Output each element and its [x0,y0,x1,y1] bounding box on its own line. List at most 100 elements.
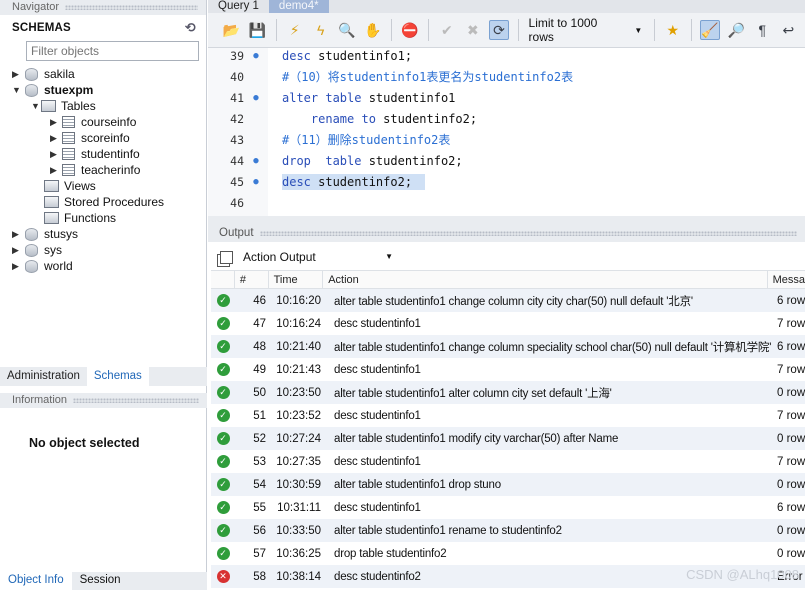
save-icon[interactable]: 💾 [248,20,267,40]
tab-session[interactable]: Session [72,572,129,590]
database-icon [25,83,38,97]
tree-stored-procedures[interactable]: Stored Procedures [44,194,164,210]
row-action: desc studentinfo1 [334,501,421,514]
tab-query-1[interactable]: Query 1 [208,0,269,13]
table-row[interactable]: ✓ 51 10:23:52 desc studentinfo1 7 row( [211,404,805,427]
column-header[interactable]: Time [269,271,324,288]
beautify-icon[interactable]: 🧹 [700,20,720,40]
code-comment: #（10）将studentinfo1表更名为studentinfo2表 [282,70,574,84]
code-line: 44 ● drop table studentinfo2; [208,150,805,171]
explain-icon[interactable]: 🔍 [337,20,356,40]
expand-arrow-icon[interactable]: ▶ [50,165,60,176]
filter-objects-input[interactable] [31,44,194,58]
schema-sakila[interactable]: ▶ sakila [12,66,75,82]
success-check-icon: ✓ [216,524,230,537]
find-icon[interactable]: 🔎 [727,20,746,40]
invisible-chars-icon[interactable]: ¶ [753,20,772,40]
tree-label: Functions [64,211,117,225]
column-header[interactable]: # [235,271,269,288]
table-row[interactable]: ✓ 56 10:33:50 alter table studentinfo1 rena… [211,519,805,542]
schema-stusys[interactable]: ▶ stusys [12,226,78,242]
info-tabs: Object Info Session [0,572,207,590]
tab-demo4[interactable]: demo4* [268,0,329,13]
collapse-arrow-icon[interactable]: ▼ [31,101,41,111]
commit-icon[interactable]: ✔ [437,20,456,40]
table-row[interactable]: ✓ 48 10:21:40 alter table studentinfo1 chan… [211,335,805,358]
expand-arrow-icon[interactable]: ▶ [12,261,22,272]
output-type-select[interactable]: Action Output ▼ [243,250,393,264]
row-action: desc studentinfo1 [334,409,421,422]
row-message: 6 row( [777,340,805,353]
information-header: Information [0,393,207,408]
schema-sys[interactable]: ▶ sys [12,242,62,258]
table-teacherinfo[interactable]: ▶ teacherinfo [50,162,140,178]
add-snippet-icon[interactable]: ★ [663,20,682,40]
expand-arrow-icon[interactable]: ▶ [50,117,60,128]
table-row[interactable]: ✓ 57 10:36:25 drop table studentinfo2 0 row( [211,542,805,565]
copy-icon[interactable] [220,250,233,264]
toolbar-separator [691,19,693,41]
autocommit-icon[interactable]: ⟳ [489,20,509,40]
row-message: 6 row( [777,501,805,514]
sql-editor[interactable]: 39 ● desc studentinfo1; 40 #（10）将student… [208,48,805,216]
navigator-title: Navigator [12,1,60,13]
tab-object-info[interactable]: Object Info [0,572,72,590]
chevron-down-icon: ▼ [634,25,643,35]
open-file-icon[interactable]: 📂 [222,20,241,40]
expand-arrow-icon[interactable]: ▶ [12,245,22,256]
expand-arrow-icon[interactable]: ▶ [50,149,60,160]
views-folder-icon [44,180,59,192]
panel-splitter[interactable] [208,216,805,225]
table-row[interactable]: ✓ 54 10:30:59 alter table studentinfo1 drop… [211,473,805,496]
table-courseinfo[interactable]: ▶ courseinfo [50,114,136,130]
schemas-bar: SCHEMAS ⟲ [0,15,206,41]
table-row[interactable]: ✓ 50 10:23:50 alter table studentinfo1 alte… [211,381,805,404]
table-row[interactable]: ✓ 49 10:21:43 desc studentinfo1 7 row( [211,358,805,381]
table-row[interactable]: ✓ 46 10:16:20 alter table studentinfo1 chan… [211,289,805,312]
wrap-lines-icon[interactable]: ↩ [779,20,798,40]
tab-administration[interactable]: Administration [0,367,87,386]
filter-objects-field[interactable] [26,41,199,61]
row-action: alter table studentinfo1 change column c… [334,295,693,308]
stop-icon[interactable]: ✋ [363,20,382,40]
tree-views[interactable]: Views [44,178,96,194]
status-cell: ✓ [211,524,235,537]
code-line: 45 ● desc studentinfo2; [208,171,805,192]
row-time: 10:30:59 [276,478,321,491]
row-action: alter table studentinfo1 modify city var… [334,432,619,445]
toolbar-separator [391,19,393,41]
row-number: 48 [253,340,266,353]
execute-icon[interactable]: ⚡ [285,20,304,40]
row-number: 56 [253,524,266,537]
status-cell: ✕ [211,570,235,583]
column-header[interactable]: Messa [768,271,805,288]
tree-label: Tables [61,99,96,113]
navigator-panel: Navigator SCHEMAS ⟲ ▶ sakila ▼ stuexpm ▼ [0,0,207,590]
tree-tables[interactable]: ▼ Tables [31,98,96,114]
table-row[interactable]: ✓ 53 10:27:35 desc studentinfo1 7 row( [211,450,805,473]
limit-rows-select[interactable]: Limit to 1000 rows ▼ [529,16,643,44]
column-header[interactable]: Action [323,271,768,288]
row-number: 58 [253,570,266,583]
table-row[interactable]: ✓ 47 10:16:24 desc studentinfo1 7 row( [211,312,805,335]
collapse-arrow-icon[interactable]: ▼ [12,85,22,95]
execute-current-icon[interactable]: ϟ [311,20,330,40]
expand-arrow-icon[interactable]: ▶ [12,69,22,80]
tree-functions[interactable]: Functions [44,210,116,226]
schema-stuexpm[interactable]: ▼ stuexpm [12,82,93,98]
rollback-icon[interactable]: ✖ [463,20,482,40]
row-message: 0 row( [777,547,805,560]
refresh-icon[interactable]: ⟲ [185,20,196,36]
tab-schemas[interactable]: Schemas [86,367,149,386]
expand-arrow-icon[interactable]: ▶ [12,229,22,240]
schema-world[interactable]: ▶ world [12,258,73,274]
table-scoreinfo[interactable]: ▶ scoreinfo [50,130,130,146]
row-action: desc studentinfo1 [334,455,421,468]
table-label: courseinfo [81,115,137,129]
expand-arrow-icon[interactable]: ▶ [50,133,60,144]
row-number: 57 [253,547,266,560]
table-studentinfo[interactable]: ▶ studentinfo [50,146,140,162]
table-row[interactable]: ✓ 52 10:27:24 alter table studentinfo1 modi… [211,427,805,450]
table-row[interactable]: ✓ 55 10:31:11 desc studentinfo1 6 row( [211,496,805,519]
toggle-error-icon[interactable]: ⛔ [400,20,419,40]
